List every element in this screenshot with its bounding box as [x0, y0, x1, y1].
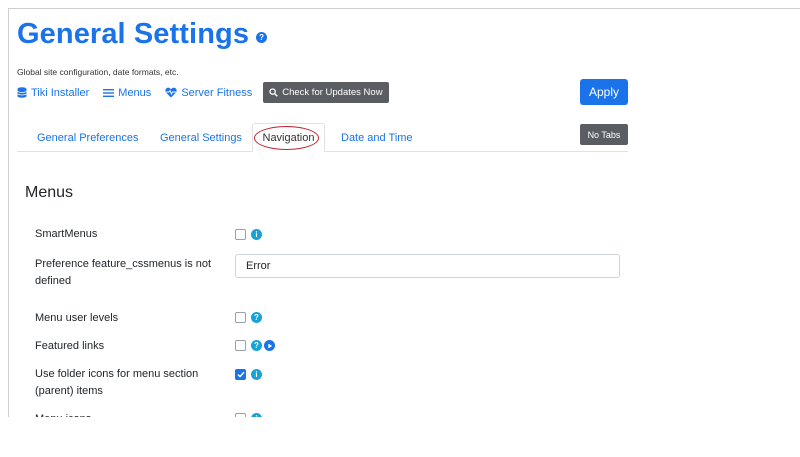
featured-links-checkbox[interactable]	[235, 340, 246, 351]
toolbar: Tiki Installer Menus Server Fitness Chec…	[17, 82, 389, 103]
help-icon[interactable]: ?	[251, 340, 262, 351]
viewport-cutoff	[0, 417, 800, 457]
section-title: Menus	[25, 184, 74, 201]
check-updates-label: Check for Updates Now	[282, 87, 383, 98]
apply-button[interactable]: Apply	[580, 79, 628, 105]
tiki-installer-label: Tiki Installer	[31, 86, 90, 99]
check-updates-button[interactable]: Check for Updates Now	[263, 82, 389, 103]
smartmenus-checkbox[interactable]	[235, 229, 246, 240]
database-icon	[17, 87, 27, 98]
tab-bar: General Preferences General Settings Nav…	[17, 123, 628, 152]
heartbeat-icon	[165, 87, 177, 98]
play-icon[interactable]	[264, 340, 275, 351]
help-icon[interactable]: ?	[251, 312, 262, 323]
pref-label-menu-user-levels: Menu user levels	[35, 312, 119, 324]
cssmenus-field[interactable]: Error	[235, 254, 620, 278]
no-tabs-button[interactable]: No Tabs	[580, 124, 628, 145]
tiki-installer-link[interactable]: Tiki Installer	[17, 87, 89, 99]
highlight-circle	[254, 126, 319, 150]
tab-general-settings[interactable]: General Settings	[160, 123, 242, 152]
folder-icons-checkbox[interactable]	[235, 369, 246, 380]
server-fitness-label: Server Fitness	[181, 86, 253, 99]
menus-link[interactable]: Menus	[103, 87, 151, 99]
pref-label-smartmenus: SmartMenus	[35, 228, 98, 240]
check-icon	[236, 371, 245, 378]
page-header: General Settings ?	[17, 18, 268, 51]
tab-general-preferences[interactable]: General Preferences	[37, 123, 139, 152]
info-icon[interactable]: i	[251, 229, 262, 240]
menu-user-levels-checkbox[interactable]	[235, 312, 246, 323]
page-subtitle: Global site configuration, date formats,…	[17, 67, 179, 77]
info-icon[interactable]: i	[251, 369, 262, 380]
pref-label-folder-icons: Use folder icons for menu section (paren…	[35, 368, 199, 397]
search-icon	[269, 88, 279, 97]
tab-navigation[interactable]: Navigation	[252, 123, 325, 152]
tab-date-and-time[interactable]: Date and Time	[341, 123, 413, 152]
pref-label-featured-links: Featured links	[35, 340, 105, 352]
pref-label-cssmenus: Preference feature_cssmenus is not defin…	[35, 258, 212, 287]
page-title: General Settings	[17, 18, 250, 50]
server-fitness-link[interactable]: Server Fitness	[165, 87, 252, 99]
menus-label: Menus	[118, 86, 152, 99]
bars-icon	[103, 88, 115, 97]
help-icon[interactable]: ?	[256, 32, 268, 43]
